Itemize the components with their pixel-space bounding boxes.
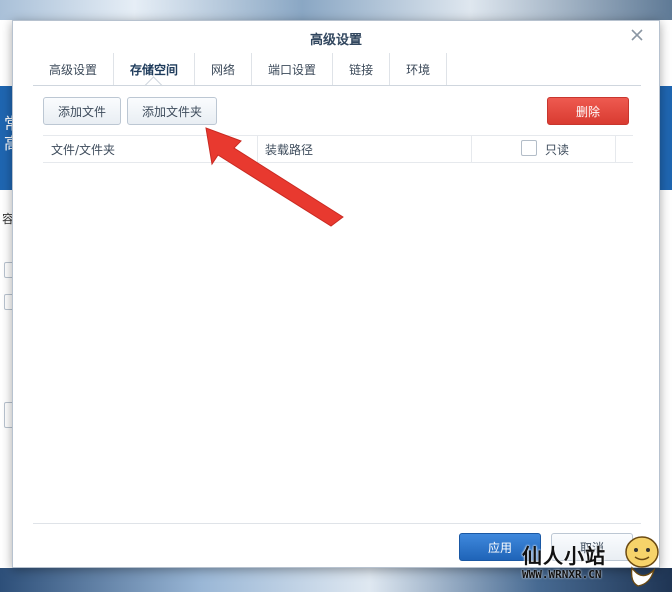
column-header-file-folder[interactable]: 文件/文件夹 xyxy=(51,141,115,158)
tab-port-settings[interactable]: 端口设置 xyxy=(252,53,334,85)
tab-links[interactable]: 链接 xyxy=(333,53,391,85)
mascot-icon xyxy=(625,536,659,587)
table-body xyxy=(43,161,633,521)
add-folder-button[interactable]: 添加文件夹 xyxy=(127,97,217,125)
tab-label: 环境 xyxy=(406,62,431,77)
tab-label: 存储空间 xyxy=(130,62,179,77)
table-header: 文件/文件夹 装载路径 只读 xyxy=(43,135,633,163)
tab-label: 高级设置 xyxy=(49,62,98,77)
watermark-url: WWW.WRNXR.CN xyxy=(522,568,602,581)
tab-label: 链接 xyxy=(349,62,374,77)
delete-button[interactable]: 删除 xyxy=(547,97,629,125)
column-separator xyxy=(615,136,616,162)
column-separator xyxy=(257,136,258,162)
readonly-checkbox[interactable] xyxy=(521,140,537,156)
add-file-button[interactable]: 添加文件 xyxy=(43,97,121,125)
column-separator xyxy=(471,136,472,162)
watermark-logo-text: 仙人小站 xyxy=(522,544,606,568)
desktop-background-top xyxy=(0,0,672,20)
tab-network[interactable]: 网络 xyxy=(195,53,253,85)
tab-bar: 高级设置 存储空间 网络 端口设置 链接 环境 xyxy=(33,53,448,95)
column-header-readonly: 只读 xyxy=(545,143,570,157)
tab-label: 网络 xyxy=(211,62,236,77)
tab-label: 端口设置 xyxy=(268,62,317,77)
dialog-title: 高级设置 xyxy=(309,33,362,48)
advanced-settings-dialog: 高级设置 高级设置 存储空间 网络 端口设置 链接 环境 添加文件 添加文件夹 … xyxy=(12,20,660,568)
close-icon xyxy=(631,29,643,41)
tab-advanced[interactable]: 高级设置 xyxy=(33,53,115,85)
tab-storage[interactable]: 存储空间 xyxy=(114,53,196,95)
footer-divider xyxy=(33,523,641,524)
tab-divider xyxy=(33,85,641,86)
tab-environment[interactable]: 环境 xyxy=(390,53,448,85)
column-header-mount-path[interactable]: 装载路径 xyxy=(265,141,313,158)
close-button[interactable] xyxy=(629,27,645,43)
